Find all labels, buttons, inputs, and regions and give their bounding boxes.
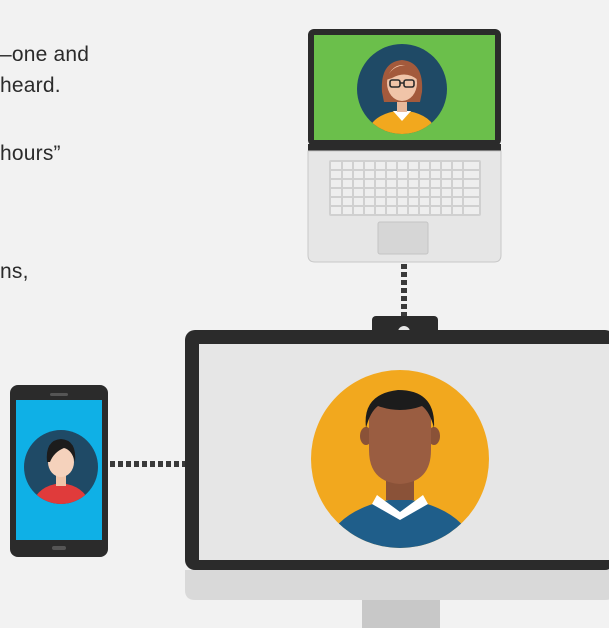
woman-with-glasses-avatar (357, 44, 447, 134)
smartphone (10, 385, 108, 557)
laptop-trackpad (377, 221, 429, 255)
illustration-canvas: –one and heard. hours” ns, (0, 0, 609, 628)
desktop-monitor (185, 316, 609, 628)
phone-home-button (52, 546, 66, 550)
monitor-chin (185, 570, 609, 600)
laptop (307, 29, 502, 263)
monitor-stand (362, 600, 440, 628)
phone-speaker (50, 393, 68, 396)
laptop-keyboard (329, 160, 481, 216)
devices-illustration (10, 29, 609, 628)
